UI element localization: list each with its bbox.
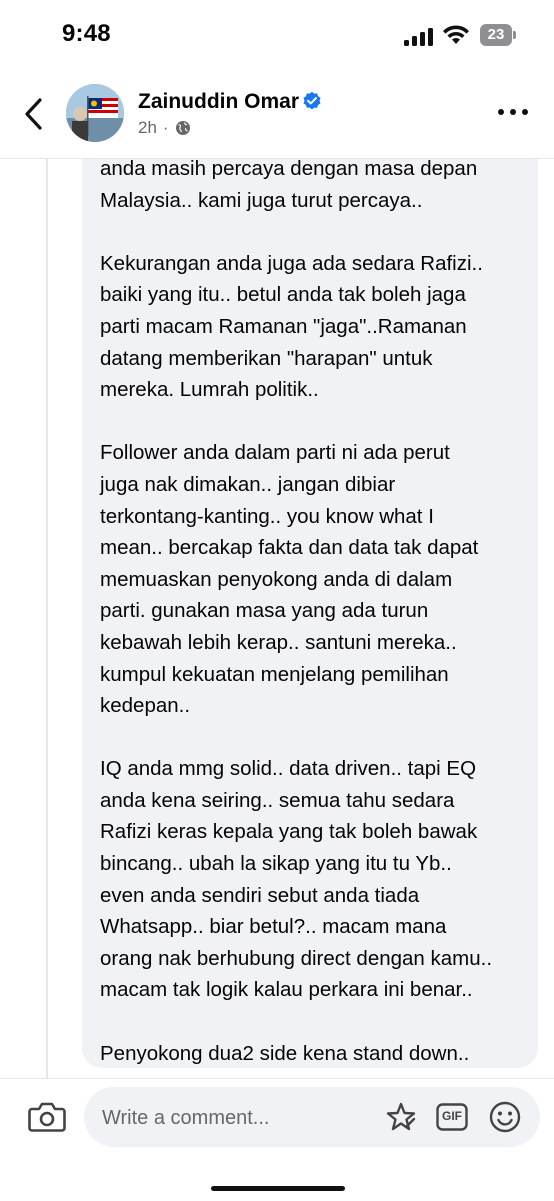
post-time: 2h: [138, 118, 157, 137]
comment-line: kumpul kekuatan menjelang pemilihan: [100, 662, 449, 686]
comment-line: baiki yang itu.. betul anda tak boleh ja…: [100, 283, 466, 307]
comment-line: memuaskan penyokong anda di dalam: [100, 567, 453, 591]
comment-line: parti macam Ramanan "jaga"..Ramanan: [100, 314, 467, 338]
comment-line: bincang.. ubah la sikap yang itu tu Yb..: [100, 852, 452, 876]
cellular-signal-icon: [404, 28, 434, 46]
comment-line: anda kena seiring.. semua tahu sedara: [100, 788, 455, 812]
comment-paragraph: Penyokong dua2 side kena stand down..mar…: [100, 1038, 532, 1068]
gif-label: GIF: [442, 1109, 462, 1123]
comment-line: kebawah lebih kerap.. santuni mereka..: [100, 630, 457, 654]
comment-line: Whatsapp.. biar betul?.. macam mana: [100, 915, 447, 939]
globe-icon: [175, 121, 190, 135]
comment-line: mereka. Lumrah politik..: [100, 378, 319, 402]
comment-line: Kekurangan anda juga ada sedara Rafizi..: [100, 251, 483, 275]
comment-paragraph: Kekurangan anda juga ada sedara Rafizi..…: [100, 248, 532, 406]
comment-line: Penyokong dua2 side kena stand down..: [100, 1041, 470, 1065]
battery-icon: 23: [480, 24, 516, 46]
comment-line: mean.. bercakap fakta dan data tak dapat: [100, 536, 479, 560]
comment-line: kedepan..: [100, 694, 191, 718]
comment-line: terkontang-kanting.. you know what I: [100, 504, 434, 528]
status-bar: 9:48 23: [0, 0, 554, 72]
gif-button[interactable]: GIF: [436, 1103, 468, 1131]
home-indicator: [211, 1186, 345, 1191]
avatar[interactable]: [66, 84, 124, 142]
comment-line: Follower anda dalam parti ni ada perut: [100, 441, 450, 465]
comment-bubble[interactable]: anda masih percaya dengan masa depan Mala…: [82, 130, 538, 1068]
comment-line: even anda sendiri sebut anda tiada: [100, 883, 420, 907]
comment-input[interactable]: [100, 1101, 374, 1135]
comment-field[interactable]: GIF: [84, 1087, 540, 1147]
comment-paragraph: IQ anda mmg solid.. data driven.. tapi E…: [100, 753, 532, 1006]
comment-line: juga nak dimakan.. jangan dibiar: [100, 472, 396, 496]
post-meta: 2h ·: [138, 118, 191, 138]
author-name[interactable]: Zainuddin Omar: [138, 90, 299, 114]
comment-line: Rafizi keras kepala yang tak boleh bawak: [100, 820, 478, 844]
battery-level: 23: [480, 24, 512, 46]
comment-composer: GIF: [0, 1078, 554, 1201]
verified-badge-icon: [303, 91, 321, 110]
comment-text: anda masih percaya dengan masa depan Mala…: [100, 153, 532, 1068]
camera-icon[interactable]: [28, 1101, 66, 1133]
comment-line: datang memberikan "harapan" untuk: [100, 346, 433, 370]
comment-paragraph: Follower anda dalam parti ni ada perut ju…: [100, 437, 532, 721]
comment-line: Malaysia.. kami juga turut percaya..: [100, 188, 423, 212]
status-time: 9:48: [62, 20, 111, 47]
comment-paragraph: anda masih percaya dengan masa depan Mala…: [100, 153, 532, 216]
thread-line: [46, 158, 48, 1078]
wifi-icon: [443, 25, 469, 44]
emoji-icon[interactable]: [488, 1100, 522, 1134]
comment-line: orang nak berhubung direct dengan kamu..: [100, 946, 493, 970]
back-arrow-icon[interactable]: [18, 94, 50, 134]
comment-line: macam tak logik kalau perkara ini benar.…: [100, 978, 473, 1002]
comment-line: IQ anda mmg solid.. data driven.. tapi E…: [100, 757, 477, 781]
sticker-icon[interactable]: [384, 1101, 418, 1135]
post-header: Zainuddin Omar 2h ·: [0, 72, 554, 159]
comment-line: parti. gunakan masa yang ada turun: [100, 599, 429, 623]
more-options-icon[interactable]: [498, 109, 528, 117]
